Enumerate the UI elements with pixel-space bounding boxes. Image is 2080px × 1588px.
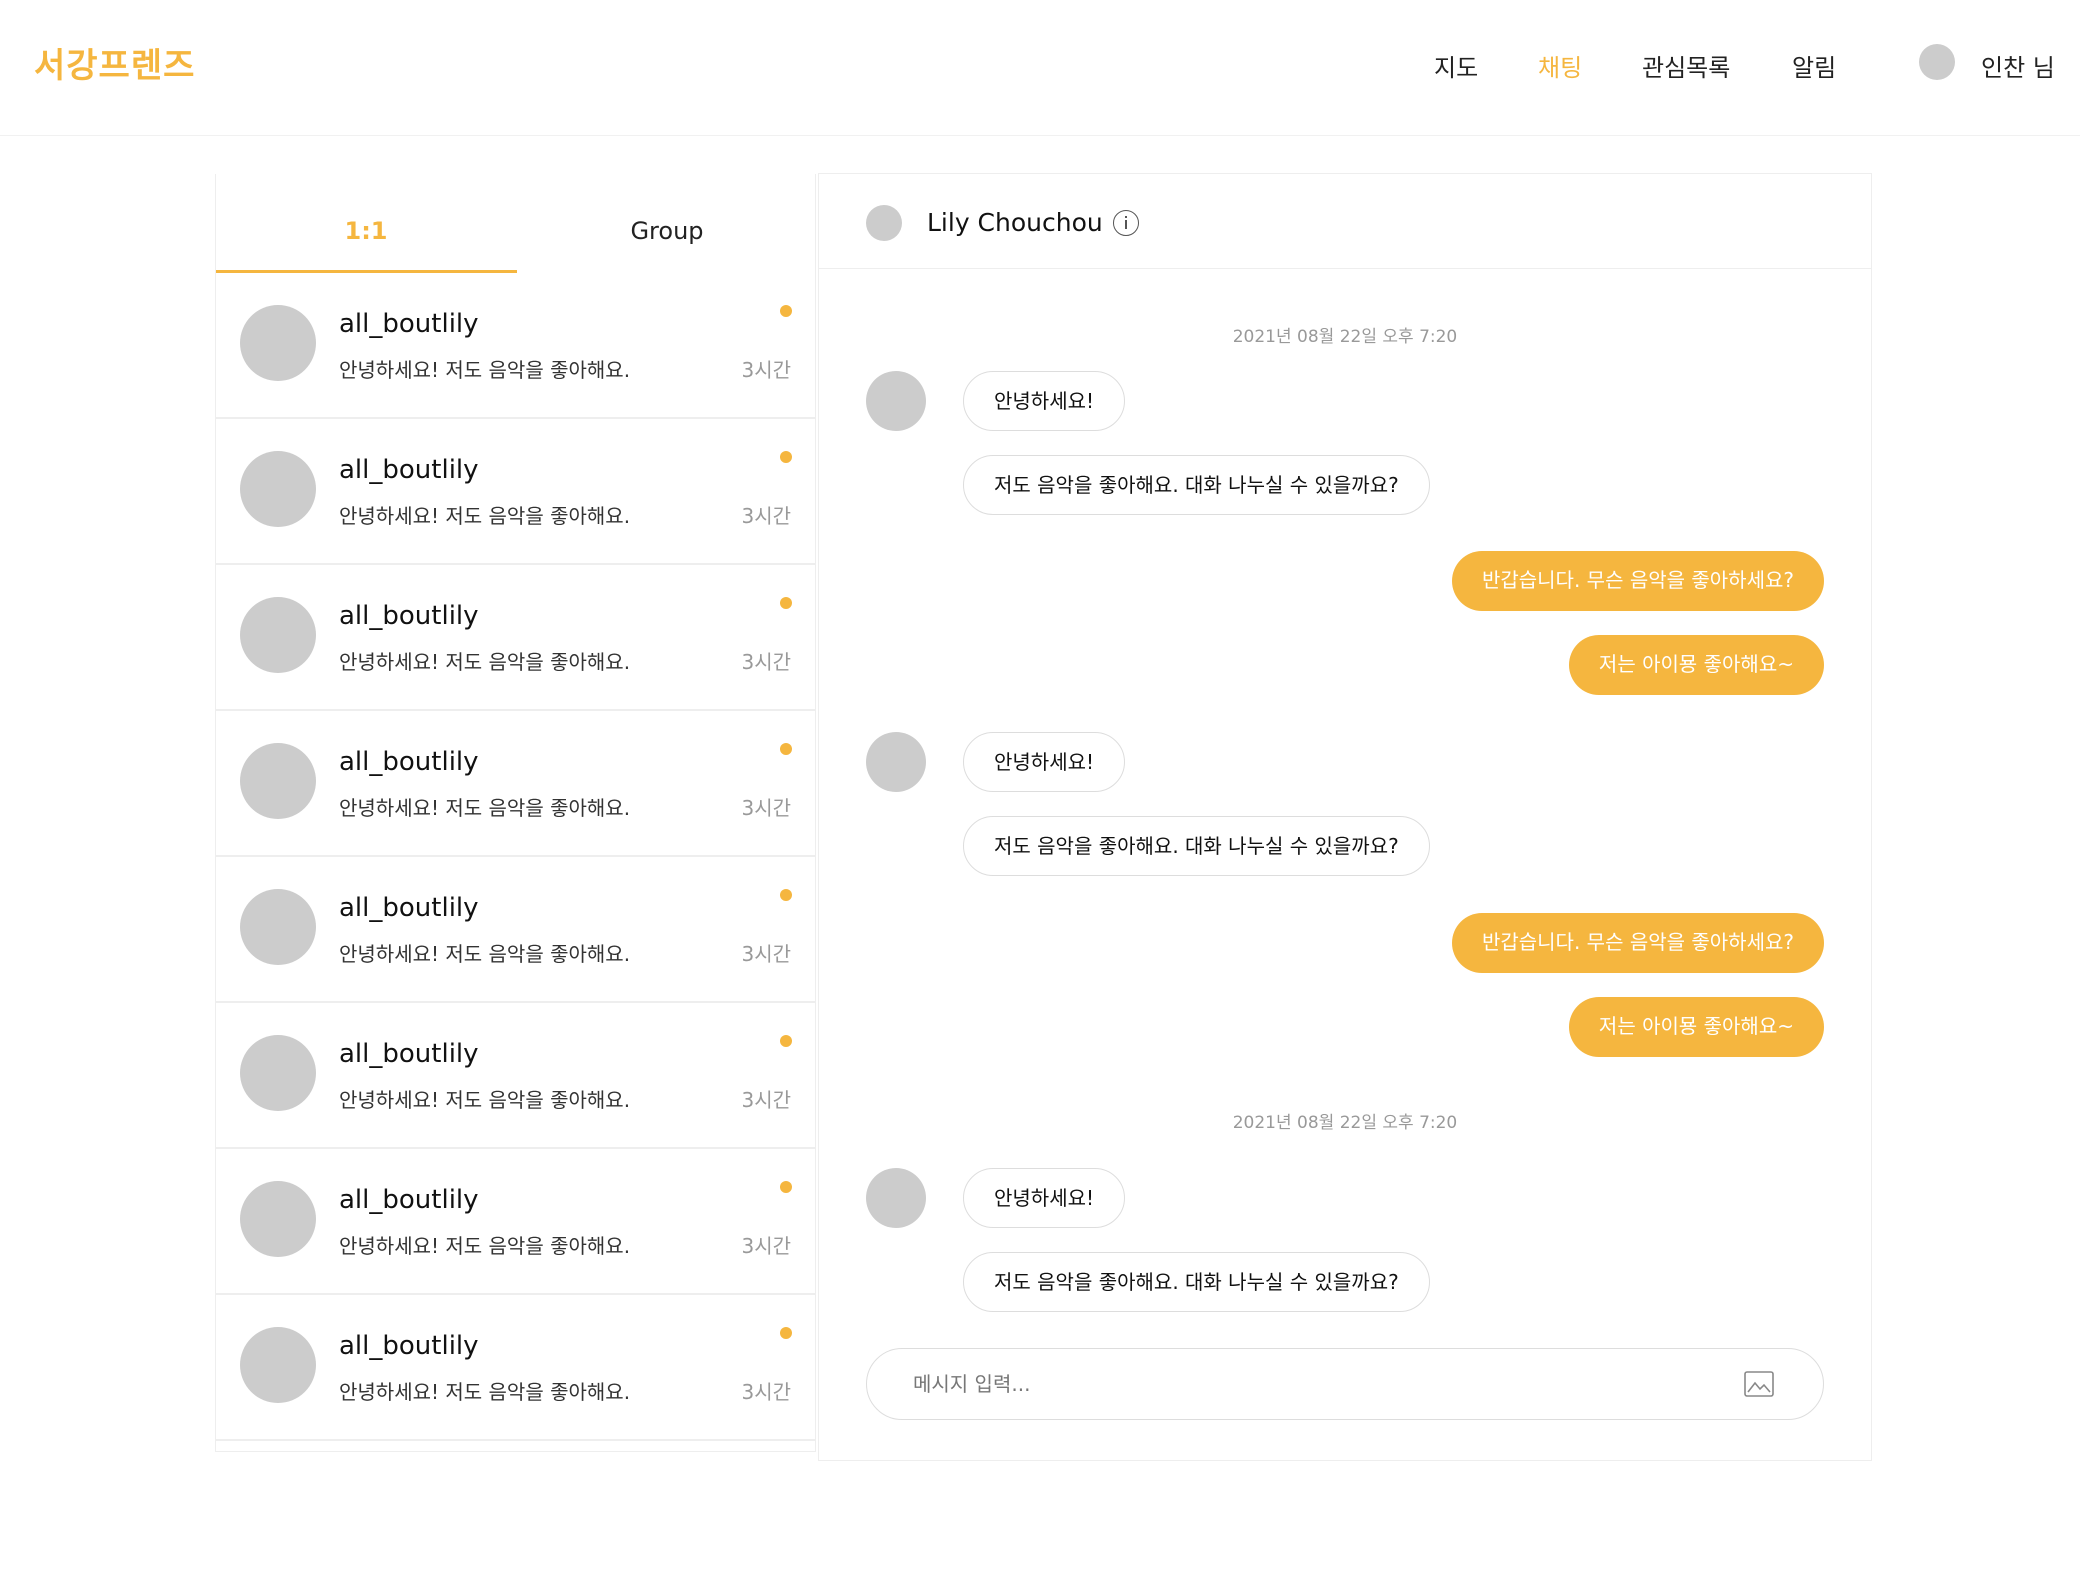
conversation-time: 3시간 [741, 650, 791, 674]
message-input-box [866, 1348, 1824, 1420]
incoming-message: 안녕하세요! [963, 732, 1126, 792]
conversation-item[interactable]: all_boutlily 안녕하세요! 저도 음악을 좋아해요. 3시간 [216, 1003, 815, 1149]
unread-dot [780, 743, 792, 755]
avatar [240, 1181, 316, 1257]
conversation-item[interactable]: all_boutlily 안녕하세요! 저도 음악을 좋아해요. 3시간 [216, 273, 815, 419]
conversation-time: 3시간 [741, 1234, 791, 1258]
conversation-preview: 안녕하세요! 저도 음악을 좋아해요. [339, 796, 631, 820]
incoming-message: 저도 음악을 좋아해요. 대화 나누실 수 있을까요? [963, 816, 1430, 876]
unread-dot [780, 1035, 792, 1047]
unread-dot [780, 1327, 792, 1339]
user-name[interactable]: 인찬 님 [1981, 48, 2055, 83]
conversation-time: 3시간 [741, 796, 791, 820]
incoming-message: 저도 음악을 좋아해요. 대화 나누실 수 있을까요? [963, 1252, 1430, 1312]
nav-favorites[interactable]: 관심목록 [1642, 48, 1730, 83]
incoming-message: 안녕하세요! [963, 371, 1126, 431]
message-input[interactable] [913, 1365, 1713, 1403]
outgoing-message: 반갑습니다. 무슨 음악을 좋아하세요? [1451, 913, 1824, 973]
outgoing-message: 저는 아이묭 좋아해요~ [1568, 635, 1824, 695]
user-avatar[interactable] [1919, 44, 1955, 80]
unread-dot [780, 1181, 792, 1193]
chat-type-tabs: 1:1 Group [216, 174, 817, 273]
conversation-preview: 안녕하세요! 저도 음악을 좋아해요. [339, 1234, 631, 1258]
avatar [866, 1168, 926, 1228]
conversation-name: all_boutlily [339, 1039, 479, 1069]
message-timestamp: 2021년 08월 22일 오후 7:20 [1232, 327, 1458, 347]
avatar [240, 889, 316, 965]
tab-group[interactable]: Group [517, 174, 817, 272]
avatar [866, 732, 926, 792]
conversation-time: 3시간 [741, 942, 791, 966]
conversation-item[interactable]: all_boutlily 안녕하세요! 저도 음악을 좋아해요. 3시간 [216, 1149, 815, 1295]
conversation-item[interactable]: all_boutlily 안녕하세요! 저도 음악을 좋아해요. 3시간 [216, 711, 815, 857]
conversation-name: all_boutlily [339, 1331, 479, 1361]
nav-map[interactable]: 지도 [1434, 48, 1478, 83]
tab-one-to-one[interactable]: 1:1 [216, 174, 516, 272]
unread-dot [780, 451, 792, 463]
chat-panel: Lily Chouchou 2021년 08월 22일 오후 7:20 안녕하세… [818, 173, 1872, 1461]
conversation-name: all_boutlily [339, 601, 479, 631]
avatar [240, 743, 316, 819]
conversation-item[interactable]: all_boutlily 안녕하세요! 저도 음악을 좋아해요. 3시간 [216, 1295, 815, 1441]
logo[interactable]: 서강프렌즈 [34, 38, 195, 87]
conversation-name: all_boutlily [339, 309, 479, 339]
chat-partner-avatar[interactable] [866, 205, 902, 241]
conversation-name: all_boutlily [339, 893, 479, 923]
avatar [866, 371, 926, 431]
unread-dot [780, 597, 792, 609]
avatar [240, 1035, 316, 1111]
conversation-preview: 안녕하세요! 저도 음악을 좋아해요. [339, 1380, 631, 1404]
conversation-item[interactable]: all_boutlily 안녕하세요! 저도 음악을 좋아해요. 3시간 [216, 565, 815, 711]
message-timestamp: 2021년 08월 22일 오후 7:20 [1232, 1113, 1458, 1133]
conversation-time: 3시간 [741, 358, 791, 382]
avatar [240, 597, 316, 673]
conversation-preview: 안녕하세요! 저도 음악을 좋아해요. [339, 504, 631, 528]
avatar [240, 1327, 316, 1403]
info-icon[interactable] [1113, 210, 1139, 236]
conversation-time: 3시간 [741, 1088, 791, 1112]
conversation-item[interactable]: all_boutlily 안녕하세요! 저도 음악을 좋아해요. 3시간 [216, 419, 815, 565]
chat-partner-name: Lily Chouchou [927, 208, 1103, 237]
unread-dot [780, 889, 792, 901]
avatar [240, 451, 316, 527]
conversation-name: all_boutlily [339, 747, 479, 777]
nav-notifications[interactable]: 알림 [1792, 48, 1836, 83]
conversation-preview: 안녕하세요! 저도 음악을 좋아해요. [339, 942, 631, 966]
conversation-name: all_boutlily [339, 455, 479, 485]
top-header: 서강프렌즈 지도 채팅 관심목록 알림 인찬 님 [0, 0, 2080, 136]
incoming-message: 안녕하세요! [963, 1168, 1126, 1228]
avatar [240, 305, 316, 381]
outgoing-message: 저는 아이묭 좋아해요~ [1568, 997, 1824, 1057]
conversation-preview: 안녕하세요! 저도 음악을 좋아해요. [339, 650, 631, 674]
conversation-preview: 안녕하세요! 저도 음악을 좋아해요. [339, 1088, 631, 1112]
nav-chat[interactable]: 채팅 [1538, 48, 1582, 83]
conversation-time: 3시간 [741, 504, 791, 528]
unread-dot [780, 305, 792, 317]
conversation-item[interactable]: all_boutlily 안녕하세요! 저도 음악을 좋아해요. 3시간 [216, 857, 815, 1003]
conversation-preview: 안녕하세요! 저도 음악을 좋아해요. [339, 358, 631, 382]
incoming-message: 저도 음악을 좋아해요. 대화 나누실 수 있을까요? [963, 455, 1430, 515]
chat-header: Lily Chouchou [819, 174, 1871, 269]
conversation-name: all_boutlily [339, 1185, 479, 1215]
conversation-panel: 1:1 Group all_boutlily 안녕하세요! 저도 음악을 좋아해… [215, 174, 816, 1452]
conversation-list: all_boutlily 안녕하세요! 저도 음악을 좋아해요. 3시간 all… [216, 273, 817, 1441]
outgoing-message: 반갑습니다. 무슨 음악을 좋아하세요? [1451, 551, 1824, 611]
conversation-time: 3시간 [741, 1380, 791, 1404]
image-icon[interactable] [1743, 1368, 1775, 1400]
